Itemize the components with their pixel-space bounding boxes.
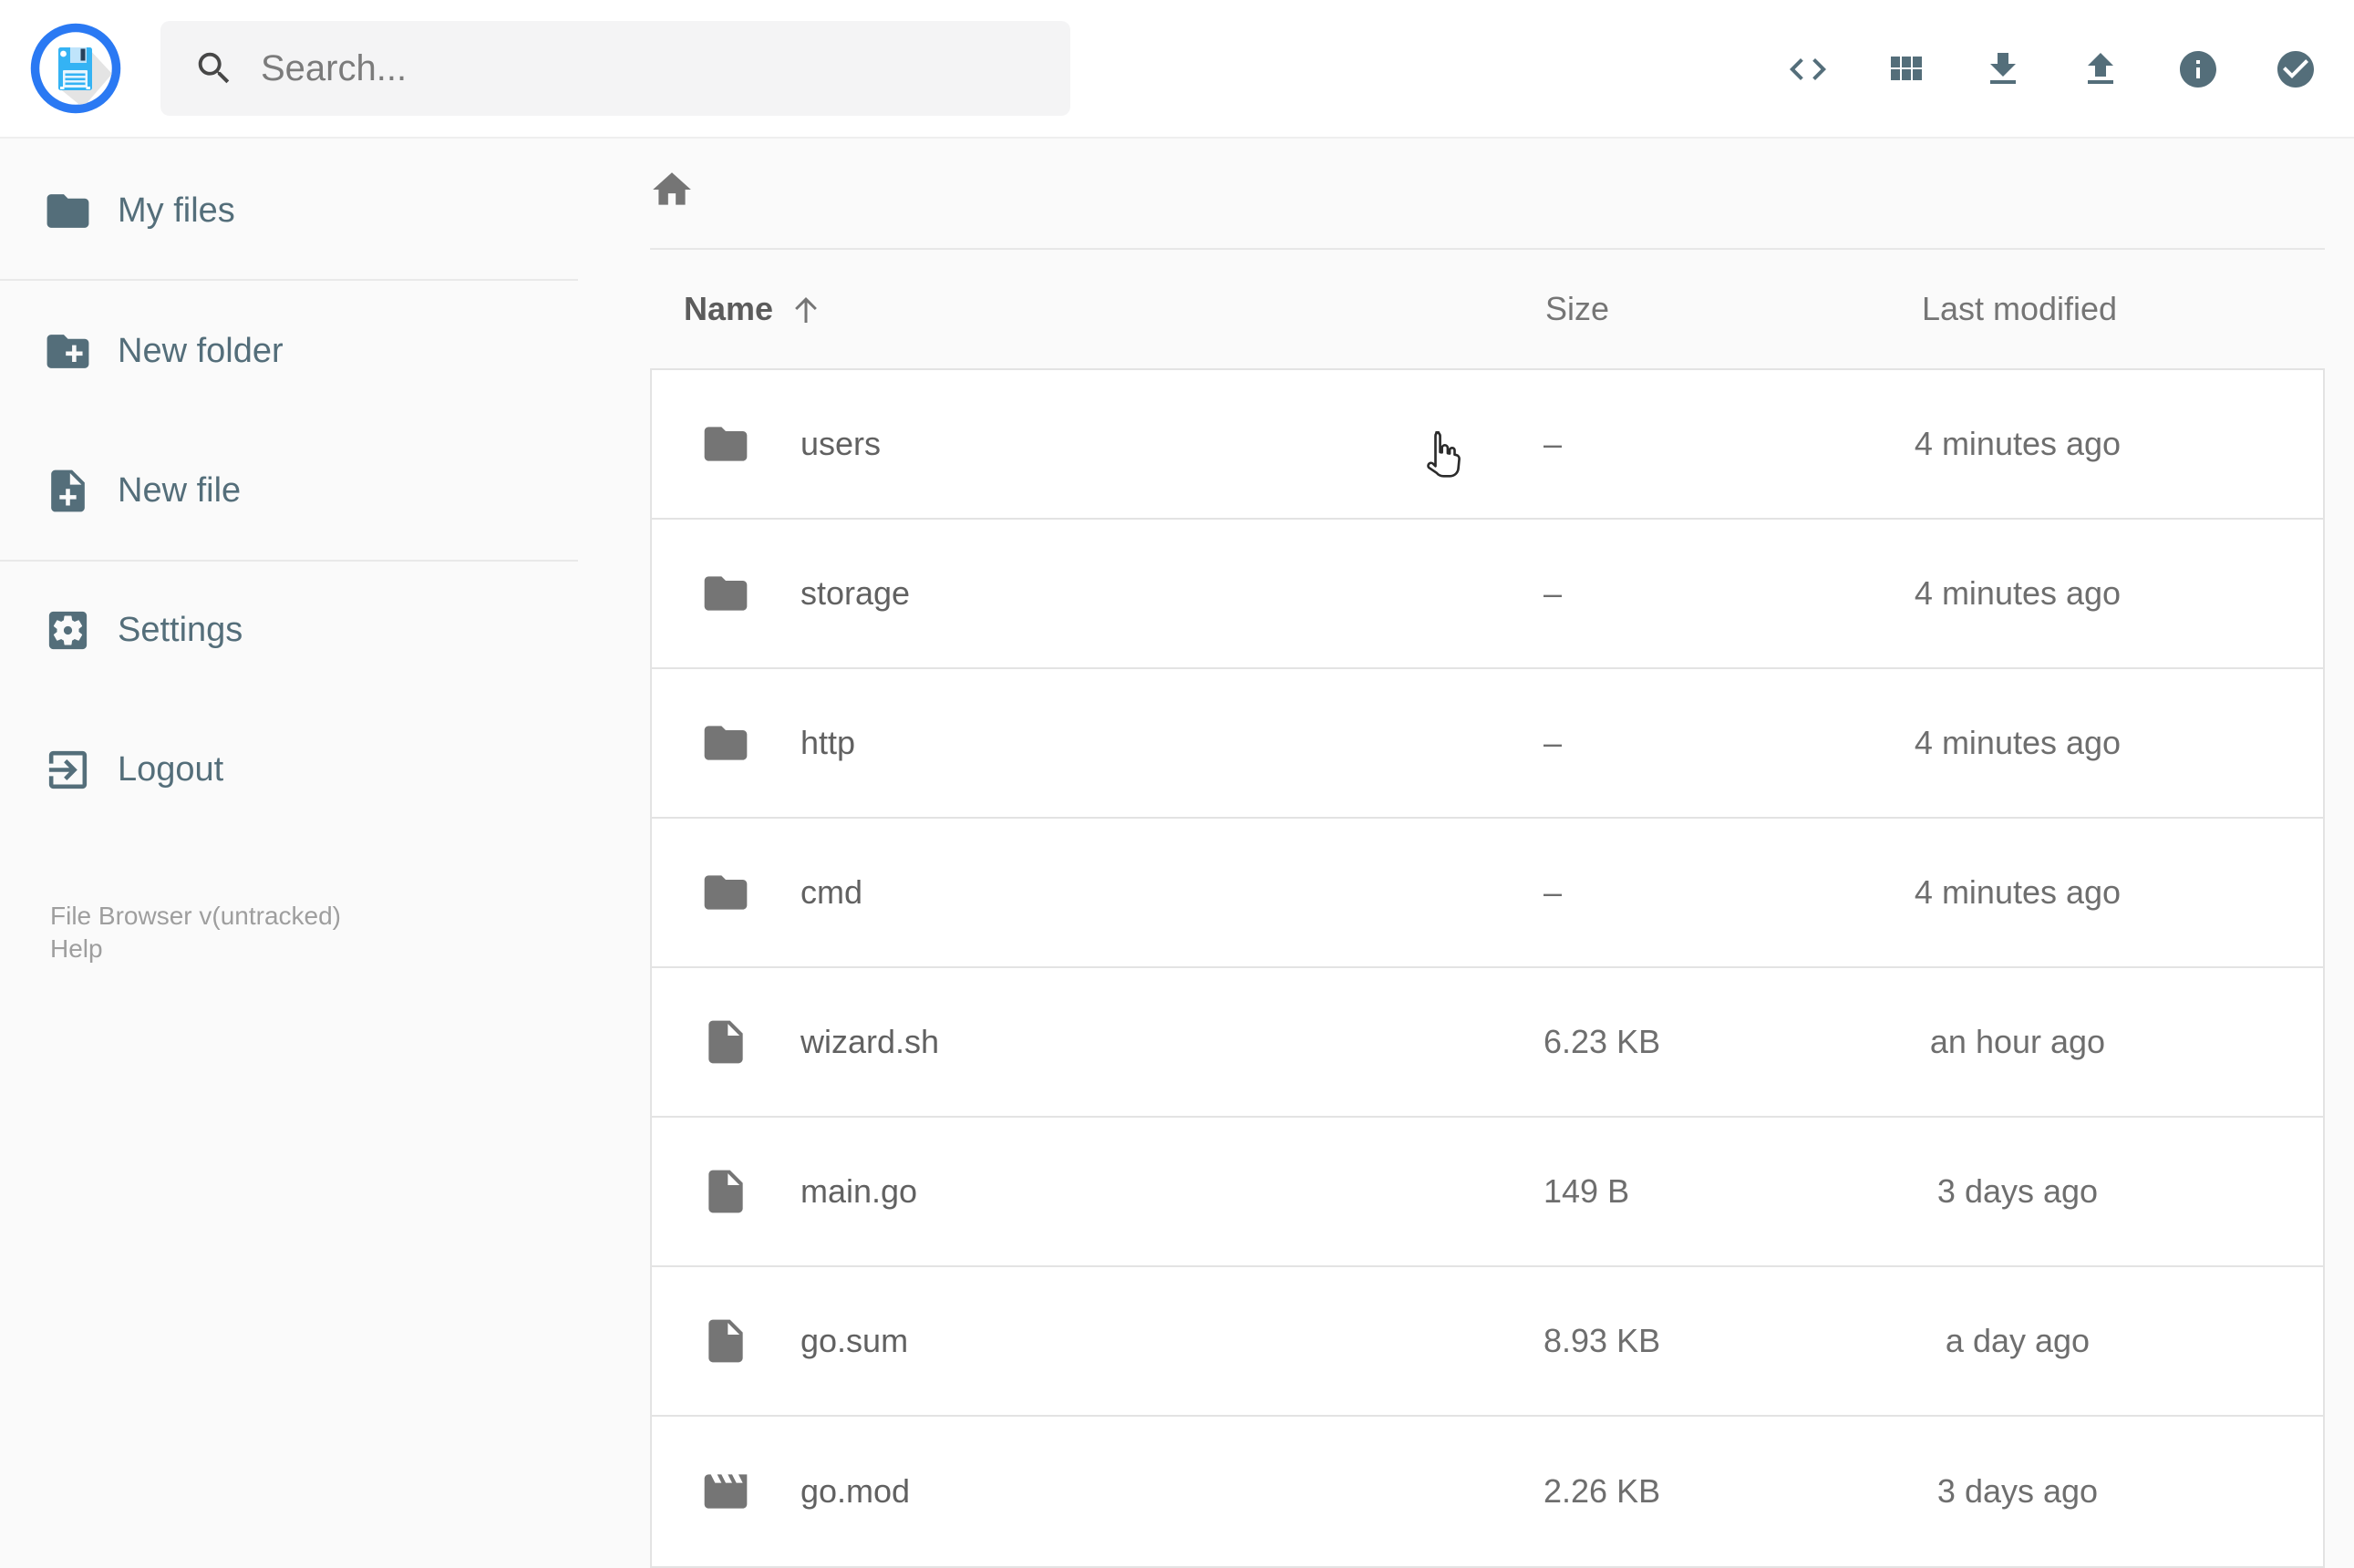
help-link[interactable]: Help bbox=[50, 933, 103, 965]
version-text: File Browser v(untracked) bbox=[50, 902, 341, 930]
folder-icon bbox=[700, 418, 751, 469]
name-cell: storage bbox=[652, 568, 1544, 619]
breadcrumb-home-button[interactable] bbox=[649, 162, 704, 217]
listing-row[interactable]: wizard.sh 6.23 KB an hour ago bbox=[652, 968, 2323, 1118]
sidebar: My files New folder New file Settings Lo… bbox=[0, 139, 578, 1513]
search-input[interactable] bbox=[261, 47, 1043, 89]
download-button[interactable] bbox=[1981, 47, 2025, 91]
sidebar-item-label: New file bbox=[118, 471, 242, 510]
sidebar-item-label: Logout bbox=[118, 750, 224, 789]
folder-icon bbox=[700, 867, 751, 918]
file-name: go.sum bbox=[800, 1322, 909, 1359]
listing-row[interactable]: cmd – 4 minutes ago bbox=[652, 819, 2323, 968]
file-name: cmd bbox=[800, 873, 863, 911]
file-size: 2.26 KB bbox=[1544, 1472, 1661, 1510]
sidebar-item-my-files[interactable]: My files bbox=[0, 141, 578, 281]
sidebar-divider bbox=[0, 279, 578, 281]
file-size: – bbox=[1544, 574, 1563, 612]
movie-icon bbox=[700, 1466, 751, 1517]
check-circle-icon bbox=[2274, 47, 2318, 91]
arrow-up-icon bbox=[788, 291, 824, 327]
file-modified: 4 minutes ago bbox=[1914, 873, 2122, 911]
file-icon bbox=[700, 1016, 751, 1068]
listing-header: Name Size Last modified bbox=[650, 250, 2325, 368]
listing-row[interactable]: storage – 4 minutes ago bbox=[652, 520, 2323, 669]
sidebar-item-label: Settings bbox=[118, 611, 243, 649]
name-cell: go.sum bbox=[652, 1315, 1544, 1367]
file-modified: 3 days ago bbox=[1936, 1172, 2099, 1210]
name-cell: wizard.sh bbox=[652, 1016, 1544, 1068]
floppy-disk-icon bbox=[30, 23, 121, 114]
topbar bbox=[0, 0, 2354, 139]
file-modified: 3 days ago bbox=[1936, 1472, 2099, 1510]
file-name: go.mod bbox=[800, 1472, 911, 1510]
file-size: 149 B bbox=[1544, 1172, 1630, 1210]
listing-row[interactable]: go.mod 2.26 KB 3 days ago bbox=[652, 1417, 2323, 1566]
file-icon bbox=[700, 1315, 751, 1367]
file-name: http bbox=[800, 724, 856, 761]
file-modified: a day ago bbox=[1945, 1322, 2091, 1359]
folder-icon bbox=[700, 717, 751, 769]
file-modified: 4 minutes ago bbox=[1914, 724, 2122, 761]
file-modified: an hour ago bbox=[1929, 1023, 2106, 1060]
app-logo-button[interactable] bbox=[30, 23, 121, 114]
listing-row[interactable]: go.sum 8.93 KB a day ago bbox=[652, 1267, 2323, 1417]
search-bar[interactable] bbox=[160, 21, 1070, 116]
view-toggle-button[interactable] bbox=[1884, 47, 1927, 91]
sidebar-item-logout[interactable]: Logout bbox=[0, 700, 578, 840]
shell-button[interactable] bbox=[1786, 47, 1830, 91]
upload-button[interactable] bbox=[2079, 47, 2122, 91]
file-icon bbox=[700, 1166, 751, 1217]
info-button[interactable] bbox=[2176, 47, 2220, 91]
code-icon bbox=[1786, 47, 1830, 91]
file-name: main.go bbox=[800, 1172, 918, 1210]
name-header-label: Name bbox=[684, 290, 774, 327]
listing-row[interactable]: users – 4 minutes ago bbox=[652, 370, 2323, 520]
file-listing: users – 4 minutes ago storage – 4 minute… bbox=[650, 368, 2325, 1568]
sidebar-item-label: New folder bbox=[118, 332, 284, 370]
sidebar-item-new-folder[interactable]: New folder bbox=[0, 282, 578, 421]
file-name: storage bbox=[800, 574, 911, 612]
sort-by-name-header[interactable]: Name bbox=[650, 290, 1545, 328]
upload-icon bbox=[2079, 47, 2122, 91]
new-folder-icon bbox=[43, 326, 93, 377]
name-cell: main.go bbox=[652, 1166, 1544, 1217]
file-name: wizard.sh bbox=[800, 1023, 940, 1060]
topbar-actions bbox=[1786, 0, 2318, 139]
sidebar-item-label: My files bbox=[118, 191, 235, 230]
file-modified: 4 minutes ago bbox=[1914, 425, 2122, 462]
file-modified: 4 minutes ago bbox=[1914, 574, 2122, 612]
folder-icon bbox=[43, 186, 93, 236]
logout-icon bbox=[43, 745, 93, 795]
home-icon bbox=[649, 167, 695, 212]
sort-by-size-header[interactable]: Size bbox=[1545, 290, 1764, 328]
file-size: – bbox=[1544, 873, 1563, 911]
sidebar-footer: File Browser v(untracked) Help bbox=[50, 900, 341, 965]
search-icon bbox=[193, 47, 235, 89]
sidebar-item-new-file[interactable]: New file bbox=[0, 421, 578, 561]
select-multiple-button[interactable] bbox=[2274, 47, 2318, 91]
name-cell: go.mod bbox=[652, 1466, 1544, 1517]
settings-icon bbox=[43, 605, 93, 655]
name-cell: http bbox=[652, 717, 1544, 769]
new-file-icon bbox=[43, 466, 93, 516]
file-size: 6.23 KB bbox=[1544, 1023, 1661, 1060]
folder-icon bbox=[700, 568, 751, 619]
name-cell: users bbox=[652, 418, 1544, 469]
info-icon bbox=[2176, 47, 2220, 91]
file-size: 8.93 KB bbox=[1544, 1322, 1661, 1359]
sidebar-item-settings[interactable]: Settings bbox=[0, 561, 578, 700]
listing-row[interactable]: http – 4 minutes ago bbox=[652, 669, 2323, 819]
sort-by-modified-header[interactable]: Last modified bbox=[1764, 290, 2275, 328]
grid-view-icon bbox=[1884, 47, 1927, 91]
file-name: users bbox=[800, 425, 882, 462]
listing-row[interactable]: main.go 149 B 3 days ago bbox=[652, 1118, 2323, 1267]
file-size: – bbox=[1544, 425, 1563, 462]
download-icon bbox=[1981, 47, 2025, 91]
name-cell: cmd bbox=[652, 867, 1544, 918]
file-size: – bbox=[1544, 724, 1563, 761]
